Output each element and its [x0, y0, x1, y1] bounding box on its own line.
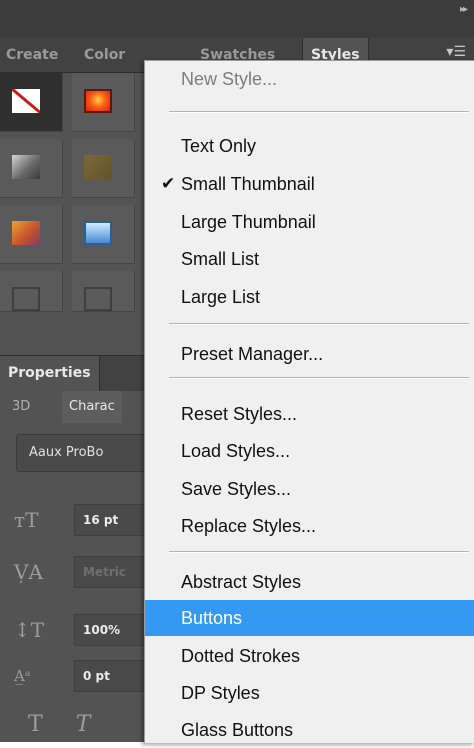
orange-gradient-swatch-icon — [12, 221, 40, 245]
empty-swatch-icon — [12, 287, 40, 311]
menu-item-save-styles[interactable]: Save Styles... — [145, 471, 474, 507]
grey-gradient-swatch-icon — [12, 155, 40, 179]
baseline-shift-icon: A̲ᵃ — [14, 667, 31, 685]
font-size-icon: ᴛT — [14, 508, 39, 532]
faux-bold-icon[interactable]: T — [28, 712, 43, 737]
menu-item-replace-styles[interactable]: Replace Styles... — [145, 508, 474, 544]
menu-item-load-styles[interactable]: Load Styles... — [145, 433, 474, 469]
tab-color[interactable]: Color — [84, 38, 125, 72]
type-style-buttons: T T — [28, 712, 90, 737]
style-thumbnail[interactable] — [72, 205, 135, 264]
style-thumbnail[interactable] — [72, 271, 135, 312]
menu-separator — [169, 111, 469, 113]
no-style-swatch-icon — [12, 89, 40, 113]
menu-item-new-style[interactable]: New Style... — [145, 61, 474, 97]
menu-item-text-only[interactable]: Text Only — [145, 128, 474, 164]
tab-properties[interactable]: Properties — [0, 356, 100, 391]
style-thumbnail[interactable] — [0, 205, 63, 264]
vertical-scale-icon: ↕T — [14, 618, 45, 642]
menu-item-buttons[interactable]: Buttons — [145, 600, 474, 636]
menu-item-dotted-strokes[interactable]: Dotted Strokes — [145, 638, 474, 674]
subtab-character[interactable]: Charac — [62, 391, 122, 423]
double-arrow-icon[interactable]: ▸▸ — [460, 4, 468, 15]
checkmark-icon: ✔ — [161, 174, 176, 193]
menu-item-small-thumbnail[interactable]: ✔ Small Thumbnail — [145, 166, 474, 202]
faux-italic-icon[interactable]: T — [76, 712, 91, 737]
empty-swatch-icon — [84, 287, 112, 311]
menu-item-abstract-styles[interactable]: Abstract Styles — [145, 564, 474, 600]
style-thumbnail[interactable] — [0, 271, 63, 312]
menu-item-large-list[interactable]: Large List — [145, 279, 474, 315]
menu-separator — [169, 377, 469, 379]
menu-item-dp-styles[interactable]: DP Styles — [145, 675, 474, 711]
red-glow-swatch-icon — [84, 89, 112, 113]
brown-swatch-icon — [84, 155, 112, 179]
menu-item-preset-manager[interactable]: Preset Manager... — [145, 336, 474, 372]
menu-separator — [169, 323, 469, 325]
kerning-icon: V̦A — [14, 560, 43, 584]
blue-glass-swatch-icon — [84, 221, 112, 245]
menu-item-glass-buttons[interactable]: Glass Buttons — [145, 712, 474, 748]
style-thumbnail[interactable] — [72, 73, 135, 132]
panel-menu-icon[interactable]: ▾☰ — [446, 44, 466, 60]
panel-collapse-strip: ▸▸ — [0, 0, 474, 39]
menu-item-large-thumbnail[interactable]: Large Thumbnail — [145, 204, 474, 240]
style-thumbnail[interactable] — [72, 139, 135, 198]
style-thumbnail[interactable] — [0, 139, 63, 198]
menu-item-reset-styles[interactable]: Reset Styles... — [145, 396, 474, 432]
styles-panel-context-menu: New Style... Text Only ✔ Small Thumbnail… — [144, 60, 474, 743]
tab-create[interactable]: Create — [6, 38, 58, 72]
subtab-3d[interactable]: 3D — [12, 391, 30, 423]
style-thumbnail[interactable] — [0, 73, 63, 132]
menu-separator — [169, 551, 469, 553]
menu-item-small-list[interactable]: Small List — [145, 241, 474, 277]
